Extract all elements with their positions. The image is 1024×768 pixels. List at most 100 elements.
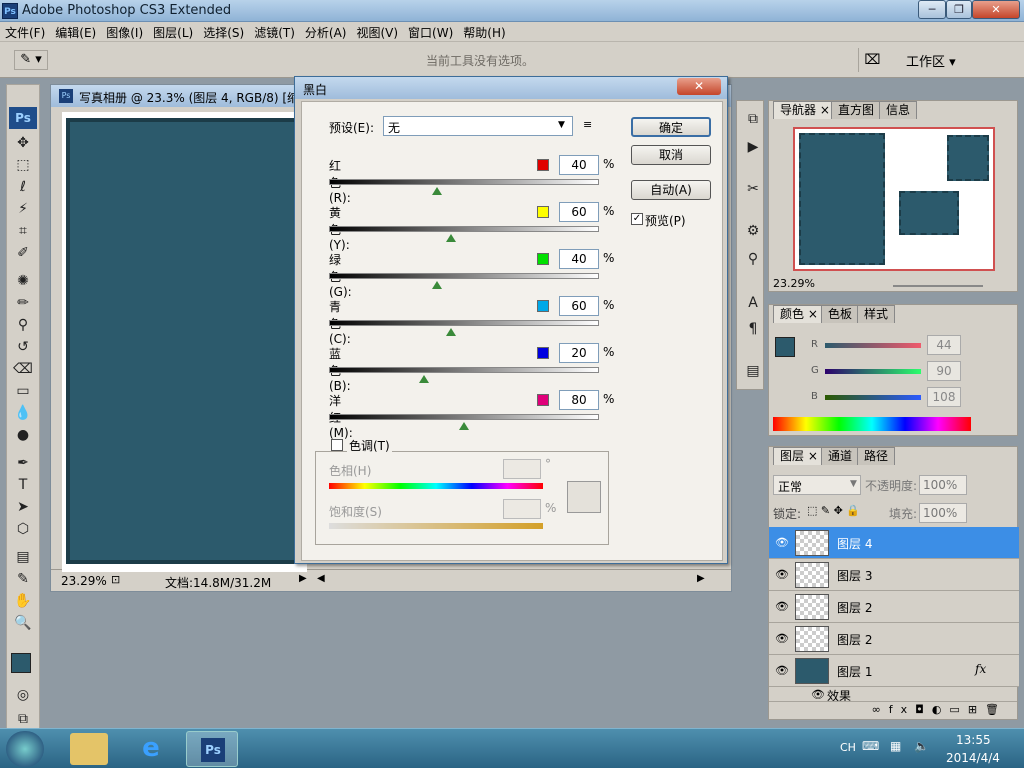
eye-icon[interactable]: 👁 (775, 600, 789, 613)
pen-tool-icon[interactable]: ✒ (12, 453, 34, 473)
channel-value-field[interactable]: 40 (559, 155, 599, 175)
layer-row[interactable]: 👁 图层 1 fx (769, 655, 1019, 687)
shape-tool-icon[interactable]: ⬡ (12, 519, 34, 539)
move-tool-icon[interactable]: ✥ (12, 133, 34, 153)
hue-slider[interactable] (329, 483, 543, 489)
canvas-image[interactable] (70, 122, 306, 560)
lasso-tool-icon[interactable]: ℓ (12, 177, 34, 197)
status-arrow-icon[interactable]: ▶ (299, 573, 307, 584)
language-indicator[interactable]: CH (840, 741, 856, 754)
lock-icons[interactable]: ⬚ ✎ ✥ 🔒 (807, 504, 860, 517)
tool-presets-icon[interactable]: ✂ (742, 179, 764, 199)
slice-tool-icon[interactable]: ✐ (12, 243, 34, 263)
r-slider[interactable] (825, 343, 921, 348)
slider-thumb[interactable] (432, 281, 442, 289)
channel-value-field[interactable]: 40 (559, 249, 599, 269)
history-panel-icon[interactable]: ⧉ (742, 109, 764, 129)
start-button[interactable] (6, 731, 44, 767)
gradient-tool-icon[interactable]: ▭ (12, 381, 34, 401)
eraser-tool-icon[interactable]: ⌫ (12, 359, 34, 379)
eyedropper-tool-preset-icon[interactable]: ✎ ▾ (14, 50, 48, 70)
tool-preset-browser-icon[interactable]: ⌧ (858, 48, 886, 72)
hue-field[interactable] (503, 459, 541, 479)
tint-checkbox[interactable] (331, 439, 343, 451)
volume-icon[interactable]: 🔈 (914, 739, 929, 753)
color-fg-swatch[interactable] (775, 337, 795, 357)
channel-slider[interactable] (329, 414, 599, 420)
slider-thumb[interactable] (445, 234, 456, 242)
menu-file[interactable]: 文件(F) (0, 22, 50, 43)
channel-value-field[interactable]: 60 (559, 202, 599, 222)
tab-info[interactable]: 信息 (879, 101, 918, 119)
marquee-tool-icon[interactable]: ⬚ (12, 155, 34, 175)
preview-checkbox[interactable]: ✓ (631, 213, 643, 225)
zoom-tool-icon[interactable]: 🔍 (12, 613, 34, 633)
preset-select[interactable]: 无 ▼ (383, 116, 573, 136)
actions-panel-icon[interactable]: ▶ (742, 137, 764, 157)
brush-tool-icon[interactable]: ✏ (12, 293, 34, 313)
photoshop-taskbar-button[interactable]: Ps (186, 731, 238, 767)
channel-value-field[interactable]: 80 (559, 390, 599, 410)
eye-icon[interactable]: 👁 (775, 536, 789, 549)
eyedropper-tool-icon[interactable]: ✎ (12, 569, 34, 589)
layer-row[interactable]: 👁 图层 4 (769, 527, 1019, 559)
g-slider[interactable] (825, 369, 921, 374)
channel-value-field[interactable]: 60 (559, 296, 599, 316)
layer-row[interactable]: 👁 图层 3 (769, 559, 1019, 591)
layer-row[interactable]: 👁 图层 2 (769, 623, 1019, 655)
slider-thumb[interactable] (459, 422, 469, 430)
character-panel-icon[interactable]: A (742, 293, 764, 313)
scroll-left-icon[interactable]: ◀ (317, 573, 325, 584)
restore-button[interactable]: ❐ (946, 0, 972, 19)
menu-analysis[interactable]: 分析(A) (300, 22, 352, 43)
cancel-button[interactable]: 取消 (631, 145, 711, 165)
explorer-taskbar-icon[interactable] (70, 733, 108, 765)
saturation-slider[interactable] (329, 523, 543, 529)
hand-tool-icon[interactable]: ✋ (12, 591, 34, 611)
channel-slider[interactable] (329, 179, 599, 185)
channel-slider[interactable] (329, 226, 599, 232)
menu-help[interactable]: 帮助(H) (458, 22, 510, 43)
tab-color[interactable]: 颜色 × (773, 305, 825, 323)
navigator-zoom-slider[interactable] (893, 285, 983, 287)
saturation-field[interactable] (503, 499, 541, 519)
tab-navigator[interactable]: 导航器 × (773, 101, 837, 119)
blend-mode-select[interactable]: 正常 ▼ (773, 475, 861, 495)
b-value[interactable]: 108 (927, 387, 961, 407)
keyboard-icon[interactable]: ⌨ (862, 739, 879, 753)
minimize-button[interactable]: ─ (918, 0, 946, 19)
crop-tool-icon[interactable]: ⌗ (12, 221, 34, 241)
healing-brush-icon[interactable]: ✺ (12, 271, 34, 291)
dialog-close-icon[interactable]: ✕ (677, 78, 721, 95)
channel-slider[interactable] (329, 273, 599, 279)
layer-row[interactable]: 👁 图层 2 (769, 591, 1019, 623)
magic-wand-tool-icon[interactable]: ⚡ (12, 199, 34, 219)
r-value[interactable]: 44 (927, 335, 961, 355)
workspace-button[interactable]: 工作区 ▾ (906, 51, 956, 70)
color-spectrum-bar[interactable] (773, 417, 971, 431)
preset-options-icon[interactable]: ≡ (583, 118, 592, 131)
menu-layer[interactable]: 图层(L) (148, 22, 198, 43)
auto-button[interactable]: 自动(A) (631, 180, 711, 200)
fill-field[interactable]: 100% (919, 503, 967, 523)
menu-window[interactable]: 窗口(W) (403, 22, 458, 43)
channel-slider[interactable] (329, 320, 599, 326)
foreground-color-swatch[interactable] (11, 653, 31, 673)
network-icon[interactable]: ▦ (890, 739, 901, 753)
type-tool-icon[interactable]: T (12, 475, 34, 495)
scroll-right-icon[interactable]: ▶ (697, 573, 705, 584)
b-slider[interactable] (825, 395, 921, 400)
clone-source-icon[interactable]: ⚲ (742, 249, 764, 269)
ie-taskbar-icon[interactable]: e (132, 733, 170, 765)
ok-button[interactable]: 确定 (631, 117, 711, 137)
tab-channels[interactable]: 通道 (821, 447, 860, 465)
quick-mask-icon[interactable]: ◎ (12, 685, 34, 705)
close-button[interactable]: ✕ (972, 0, 1020, 19)
menu-filter[interactable]: 滤镜(T) (249, 22, 300, 43)
navigator-preview[interactable] (793, 127, 995, 271)
dodge-tool-icon[interactable]: ● (12, 425, 34, 445)
document-zoom[interactable]: 23.29% (61, 574, 107, 588)
clone-stamp-icon[interactable]: ⚲ (12, 315, 34, 335)
fx-badge[interactable]: fx (975, 662, 986, 676)
blur-tool-icon[interactable]: 💧 (12, 403, 34, 423)
